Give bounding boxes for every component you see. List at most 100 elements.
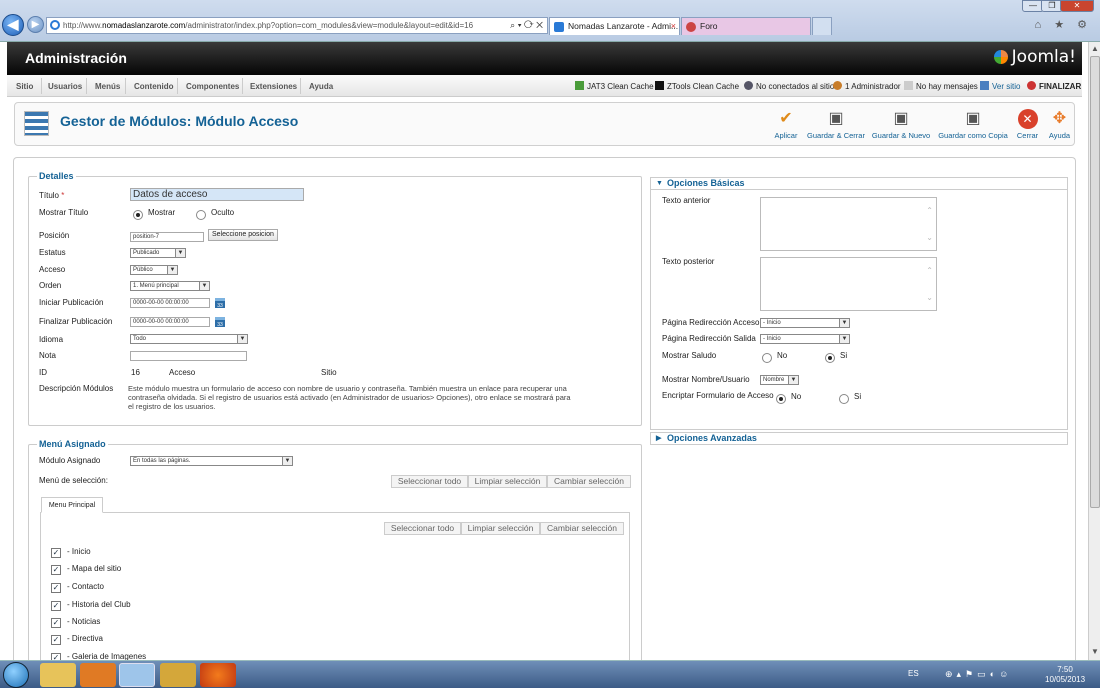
jat3-icon (575, 81, 584, 90)
tray-icons[interactable]: ⊕▴⚑▭◐☺ (945, 669, 1035, 681)
tab-toggle-selection-button[interactable]: Cambiar selección (540, 522, 624, 535)
show-title-show-radio[interactable] (133, 210, 143, 220)
menu-ayuda[interactable]: Ayuda (309, 82, 333, 91)
note-input[interactable] (130, 351, 247, 361)
address-tools-icons[interactable]: ⌕ ▾ ⟳ ✕ (510, 18, 543, 33)
clock[interactable]: 7:50 10/05/2013 (1045, 665, 1085, 685)
publish-finish-input[interactable]: 0000-00-00 00:00:00 (130, 317, 210, 327)
clear-selection-button[interactable]: Limpiar selección (468, 475, 547, 488)
calendar-icon[interactable]: 33 (215, 298, 225, 309)
forward-button[interactable]: ▶ (27, 16, 44, 33)
tab-foro[interactable]: Foro (681, 17, 811, 35)
calendar-icon[interactable]: 33 (215, 317, 225, 328)
menu-menus[interactable]: Menús (95, 82, 120, 91)
menu-componentes[interactable]: Componentes (186, 82, 239, 91)
start-button[interactable] (3, 662, 29, 688)
jat3-clean-cache-link[interactable]: JAT3 Clean Cache (575, 81, 654, 91)
advanced-options-header[interactable]: ▶ Opciones Avanzadas (650, 432, 1068, 445)
address-bar[interactable]: http://www.nomadaslanzarote.com/administ… (46, 17, 548, 34)
view-site-link[interactable]: Ver sitio (980, 81, 1020, 91)
language-select[interactable]: Todo ▼ (130, 334, 248, 344)
greeting-no-radio[interactable] (762, 353, 772, 363)
position-input[interactable]: position-7 (130, 232, 204, 242)
admin-menu-bar: Sitio Usuarios Menús Contenido Component… (7, 75, 1082, 97)
publish-start-input[interactable]: 0000-00-00 00:00:00 (130, 298, 210, 308)
help-button[interactable]: ✥ Ayuda (1047, 109, 1072, 140)
vertical-scrollbar[interactable]: ▲ ▼ (1088, 42, 1100, 660)
home-favorites-tools-icons[interactable]: ⌂ ★ ⚙ (1035, 18, 1092, 31)
tab-select-all-button[interactable]: Seleccionar todo (384, 522, 461, 535)
show-name-select[interactable]: Nombre ▼ (760, 375, 799, 385)
apply-button[interactable]: ✔ Aplicar (770, 109, 802, 140)
title-input[interactable]: Datos de acceso (130, 188, 304, 201)
dropdown-arrow-icon: ▼ (788, 376, 798, 384)
menu-sitio[interactable]: Sitio (16, 82, 33, 91)
menu-extensiones[interactable]: Extensiones (250, 82, 297, 91)
firefox-taskbar-icon[interactable] (200, 663, 236, 687)
pre-text-textarea[interactable]: ⌃ ⌄ (760, 197, 937, 251)
menu-item-label: - Directiva (67, 634, 104, 643)
module-manager-icon (24, 111, 49, 136)
language-indicator[interactable]: ES (908, 669, 919, 678)
close-window-button[interactable]: ✕ (1060, 0, 1094, 12)
menu-select-label: Menú de selección: (39, 476, 108, 485)
access-select[interactable]: Público ▼ (130, 265, 178, 275)
tab-menu-principal[interactable]: Menu Principal (41, 497, 103, 513)
menu-item-checkbox[interactable]: ✓ (51, 548, 61, 558)
scroll-up-icon[interactable]: ▲ (1091, 44, 1099, 53)
admin-user-icon (833, 81, 842, 90)
menu-item-checkbox[interactable]: ✓ (51, 601, 61, 611)
ztools-clean-cache-link[interactable]: ZTools Clean Cache (655, 81, 739, 91)
menu-item-checkbox[interactable]: ✓ (51, 583, 61, 593)
joomla-mark-icon (993, 50, 1008, 64)
url-domain: nomadaslanzarote.com (102, 21, 186, 30)
menu-divider (242, 78, 243, 94)
encrypt-no-radio[interactable] (776, 394, 786, 404)
show-title-hide-radio[interactable] (196, 210, 206, 220)
save-new-icon: ▣ (893, 110, 909, 127)
login-redirect-select[interactable]: - Inicio ▼ (760, 318, 850, 328)
toggle-selection-button[interactable]: Cambiar selección (547, 475, 631, 488)
menu-item-checkbox[interactable]: ✓ (51, 565, 61, 575)
greeting-yes-radio[interactable] (825, 353, 835, 363)
back-button[interactable]: ◀ (2, 14, 24, 36)
select-position-button[interactable]: Seleccione posicion (208, 229, 278, 241)
tab-clear-selection-button[interactable]: Limpiar selección (461, 522, 540, 535)
status-label: Estatus (39, 248, 66, 257)
dropdown-arrow-icon: ▼ (167, 266, 177, 274)
greeting-no-label: No (777, 351, 788, 360)
page-title: Gestor de Módulos: Módulo Acceso (60, 113, 299, 129)
media-player-taskbar-icon[interactable] (80, 663, 116, 687)
menu-usuarios[interactable]: Usuarios (48, 82, 82, 91)
internet-explorer-taskbar-icon[interactable] (119, 663, 155, 687)
tab-admin[interactable]: Nomadas Lanzarote - Admi... × (549, 17, 680, 35)
encrypt-yes-radio[interactable] (839, 394, 849, 404)
explorer-taskbar-icon[interactable] (40, 663, 76, 687)
dropdown-arrow-icon: ▼ (839, 319, 849, 327)
scroll-down-icon[interactable]: ▼ (1091, 647, 1099, 656)
outlook-taskbar-icon[interactable] (160, 663, 196, 687)
module-name-value: Acceso (169, 368, 196, 377)
menu-item-checkbox[interactable]: ✓ (51, 635, 61, 645)
new-tab-button[interactable] (812, 17, 832, 35)
module-assign-select[interactable]: En todas las páginas. ▼ (130, 456, 293, 466)
logout-redirect-select[interactable]: - Inicio ▼ (760, 334, 850, 344)
tab-close-icon[interactable]: × (671, 18, 676, 35)
messages-status[interactable]: No hay mensajes (904, 81, 978, 91)
admin-count-status: 1 Administrador (833, 81, 901, 91)
pre-text-label: Texto anterior (662, 196, 711, 205)
order-select[interactable]: 1. Menú principal ▼ (130, 281, 210, 291)
select-all-button[interactable]: Seleccionar todo (391, 475, 468, 488)
save-close-button[interactable]: ▣ Guardar & Cerrar (805, 109, 867, 140)
help-lifebuoy-icon: ✥ (1052, 110, 1067, 127)
close-button[interactable]: ✕ Cerrar (1015, 109, 1040, 140)
post-text-textarea[interactable]: ⌃ ⌄ (760, 257, 937, 311)
save-new-button[interactable]: ▣ Guardar & Nuevo (871, 109, 931, 140)
menu-item-checkbox[interactable]: ✓ (51, 618, 61, 628)
status-select[interactable]: Publicado ▼ (130, 248, 186, 258)
basic-options-header[interactable]: ▼ Opciones Básicas (650, 177, 1068, 190)
menu-contenido[interactable]: Contenido (134, 82, 174, 91)
save-copy-button[interactable]: ▣ Guardar como Copia (938, 109, 1008, 140)
logout-link[interactable]: FINALIZAR (1027, 81, 1081, 91)
scroll-thumb[interactable] (1090, 56, 1100, 508)
